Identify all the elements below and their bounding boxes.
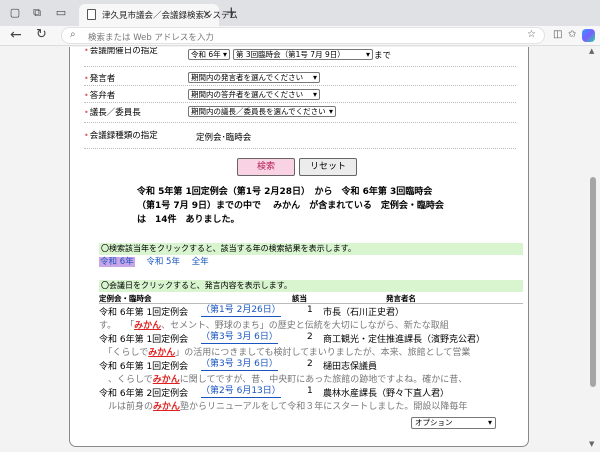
new-tab-icon[interactable]: + bbox=[225, 3, 238, 21]
reset-button[interactable]: リセット bbox=[299, 158, 357, 176]
refresh-icon[interactable]: ↻ bbox=[36, 27, 47, 42]
address-bar: ← ↻ ⌕ 検索または Web アドレスを入力 ☆ ◫ ✩ bbox=[0, 26, 600, 46]
date-row: •会議開催日の指定 令和 6年 第 3回臨時会（第1号 7月 9日） まで bbox=[84, 47, 516, 67]
back-icon[interactable]: ← bbox=[10, 27, 22, 43]
record-number: 1 bbox=[307, 305, 313, 315]
search-icon: ⌕ bbox=[70, 29, 76, 40]
scrollbar[interactable]: ▲ ▼ bbox=[589, 47, 597, 449]
record-date-link[interactable]: （第2号 6月13日） bbox=[201, 386, 281, 398]
year-link-r6[interactable]: 令和 6年 bbox=[99, 257, 135, 267]
record-session: 令和 6年第 2回定例会 bbox=[99, 389, 189, 399]
record-speaker: 商工観光・定住推進課長（濱野克公君） bbox=[323, 335, 486, 345]
record-session: 令和 6年第 1回定例会 bbox=[99, 362, 189, 372]
record-snippet: す。 「みかん、セメント、野球のまち」の歴史と伝統を大切にしながら、新たな取組 bbox=[99, 321, 449, 331]
record-date-link[interactable]: （第1号 2月26日） bbox=[201, 305, 281, 317]
type-value: 定例会･臨時会 bbox=[196, 133, 252, 143]
speaker-row: •発言者 期間内の発言者を選んでください bbox=[84, 69, 516, 86]
copilot-icon[interactable] bbox=[582, 29, 595, 42]
summary-line-2: （第1号 7月 9日）までの中で みかん が含まれている 定例会・臨時会 bbox=[137, 201, 444, 211]
header-speaker: 発言者名 bbox=[386, 294, 416, 303]
url-field[interactable]: ⌕ 検索または Web アドレスを入力 ☆ bbox=[61, 27, 545, 44]
close-icon[interactable]: × bbox=[202, 7, 212, 21]
keyword-highlight: みかん bbox=[152, 375, 180, 385]
date-to-year-select[interactable]: 令和 6年 bbox=[188, 49, 230, 60]
record-number: 2 bbox=[307, 359, 313, 369]
search-panel: •会議開催日の指定 令和 6年 第 3回臨時会（第1号 7月 9日） まで •発… bbox=[69, 47, 529, 447]
result-summary: 令和 5年第 1回定例会（第1号 2月28日） から 令和 6年第 3回臨時会 … bbox=[137, 185, 517, 227]
record-number: 1 bbox=[307, 386, 313, 396]
type-row: •会議録種類の指定 定例会･臨時会 bbox=[84, 125, 516, 149]
page-viewport: •会議開催日の指定 令和 6年 第 3回臨時会（第1号 7月 9日） まで •発… bbox=[0, 47, 600, 452]
record-speaker: 樋田志保議員 bbox=[323, 362, 378, 372]
url-placeholder: 検索または Web アドレスを入力 bbox=[88, 33, 214, 43]
speaker-select[interactable]: 期間内の発言者を選んでください bbox=[188, 72, 320, 83]
scroll-down-icon[interactable]: ▼ bbox=[589, 440, 594, 448]
search-button[interactable]: 検索 bbox=[237, 158, 295, 176]
profile-icon[interactable]: ▢ bbox=[8, 6, 22, 20]
type-label: •会議録種類の指定 bbox=[84, 131, 158, 141]
chair-row: •議長／委員長 期間内の議長／委員長を選んでください bbox=[84, 103, 516, 123]
record-session: 令和 6年第 1回定例会 bbox=[99, 335, 189, 345]
date-to-session-select[interactable]: 第 3回臨時会（第1号 7月 9日） bbox=[233, 49, 373, 60]
record-snippet: 、くらしでみかんに関してですが、昔、中央町にあった旅館の跡地ですよね。確かに昔、 bbox=[99, 375, 468, 385]
favorite-icon[interactable]: ☆ bbox=[527, 29, 536, 40]
year-links: 令和 6年 令和 5年 全年 bbox=[99, 255, 218, 267]
answerer-select[interactable]: 期間内の答弁者を選んでください bbox=[188, 89, 320, 100]
option-select[interactable]: オプション bbox=[411, 417, 496, 429]
keyword-highlight: みかん bbox=[148, 348, 176, 358]
answerer-row: •答弁者 期間内の答弁者を選んでください bbox=[84, 86, 516, 103]
browser-tab[interactable]: 津久見市議会／会議録検索システム × bbox=[79, 4, 238, 26]
answerer-label: •答弁者 bbox=[84, 91, 116, 101]
summary-line-1: 令和 5年第 1回定例会（第1号 2月28日） から 令和 6年第 3回臨時会 bbox=[137, 187, 433, 197]
date-to-suffix: まで bbox=[374, 51, 392, 61]
results-hint: 〇会議日をクリックすると、発言内容を表示します。 bbox=[99, 280, 523, 292]
tab-title: 津久見市議会／会議録検索システム bbox=[102, 11, 238, 21]
year-hint: 〇検索該当年をクリックすると、該当する年の検索結果を表示します。 bbox=[99, 243, 523, 255]
workspaces-icon[interactable]: ⧉ bbox=[30, 6, 44, 20]
record-date-link[interactable]: （第3号 3月 6日） bbox=[201, 332, 278, 344]
chair-label: •議長／委員長 bbox=[84, 108, 141, 118]
tab-bar: ▢ ⧉ ▭ 津久見市議会／会議録検索システム × + bbox=[0, 0, 600, 26]
year-link-all[interactable]: 全年 bbox=[192, 257, 209, 267]
keyword-highlight: みかん bbox=[134, 321, 162, 331]
record-snippet: 「くらしでみかん」の活用につきましても検討してまいりましたが、本来、旅館として営… bbox=[99, 348, 471, 358]
scroll-up-icon[interactable]: ▲ bbox=[589, 47, 594, 55]
speaker-label: •発言者 bbox=[84, 74, 116, 84]
date-label: •会議開催日の指定 bbox=[84, 47, 158, 56]
summary-line-3: は 14件 ありました。 bbox=[137, 215, 240, 225]
record-speaker: 市長（石川正史君） bbox=[323, 308, 405, 318]
year-link-r5[interactable]: 令和 5年 bbox=[146, 257, 180, 267]
split-screen-icon[interactable]: ◫ bbox=[553, 29, 562, 40]
record-date-link[interactable]: （第3号 3月 6日） bbox=[201, 359, 278, 371]
record-speaker: 農林水産課長（野々下直人君） bbox=[323, 389, 450, 399]
keyword-highlight: みかん bbox=[153, 402, 181, 412]
page-icon bbox=[87, 9, 96, 20]
header-number: 該当 bbox=[292, 294, 307, 303]
favorites-icon[interactable]: ✩ bbox=[568, 29, 576, 40]
header-session: 定例会・臨時会 bbox=[99, 294, 152, 303]
record-session: 令和 6年第 1回定例会 bbox=[99, 308, 189, 318]
record-number: 2 bbox=[307, 332, 313, 342]
chair-select[interactable]: 期間内の議長／委員長を選んでください bbox=[188, 106, 336, 117]
scrollbar-thumb[interactable] bbox=[590, 177, 596, 387]
tab-actions-icon[interactable]: ▭ bbox=[54, 6, 68, 20]
results-header: 定例会・臨時会 該当 発言者名 bbox=[99, 293, 523, 304]
record-snippet: ルは前身のみかん塾からリニューアルをして令和３年にスタートしました。開設以降毎年 bbox=[99, 402, 468, 412]
